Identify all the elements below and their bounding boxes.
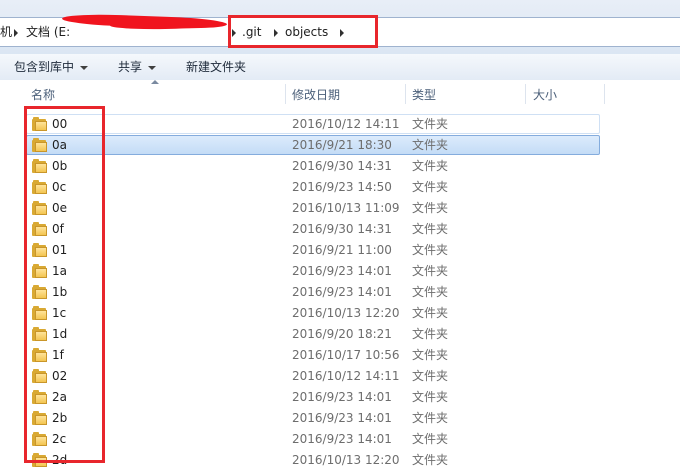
address-bar: 机 文档 (E: .git objects bbox=[0, 0, 680, 55]
column-divider[interactable] bbox=[285, 84, 286, 104]
column-header-modified[interactable]: 修改日期 bbox=[292, 88, 340, 102]
file-type: 文件夹 bbox=[412, 138, 449, 152]
file-type: 文件夹 bbox=[412, 285, 449, 299]
file-type: 文件夹 bbox=[412, 117, 449, 131]
command-bar: 包含到库中 共享 新建文件夹 bbox=[0, 54, 680, 81]
file-type: 文件夹 bbox=[412, 222, 449, 236]
file-modified-date: 2016/9/23 14:01 bbox=[292, 390, 392, 404]
include-in-library-button[interactable]: 包含到库中 bbox=[14, 60, 89, 74]
file-type: 文件夹 bbox=[412, 243, 449, 257]
file-modified-date: 2016/10/13 12:20 bbox=[292, 306, 400, 320]
chevron-right-icon[interactable] bbox=[14, 29, 18, 37]
file-type: 文件夹 bbox=[412, 348, 449, 362]
share-label: 共享 bbox=[118, 60, 143, 74]
breadcrumb-computer[interactable]: 机 bbox=[0, 25, 12, 39]
file-type: 文件夹 bbox=[412, 264, 449, 278]
file-modified-date: 2016/9/23 14:50 bbox=[292, 180, 392, 194]
column-headers: 名称 修改日期 类型 大小 bbox=[0, 80, 680, 108]
file-type: 文件夹 bbox=[412, 306, 449, 320]
file-type: 文件夹 bbox=[412, 201, 449, 215]
file-modified-date: 2016/9/23 14:01 bbox=[292, 285, 392, 299]
file-type: 文件夹 bbox=[412, 159, 449, 173]
column-header-type[interactable]: 类型 bbox=[412, 88, 436, 102]
file-modified-date: 2016/9/30 14:31 bbox=[292, 159, 392, 173]
file-modified-date: 2016/10/13 11:09 bbox=[292, 201, 400, 215]
file-modified-date: 2016/9/30 14:31 bbox=[292, 222, 392, 236]
annotation-box-path bbox=[228, 15, 378, 48]
chevron-down-icon bbox=[148, 65, 157, 70]
file-modified-date: 2016/10/17 10:56 bbox=[292, 348, 400, 362]
file-modified-date: 2016/10/13 12:20 bbox=[292, 453, 400, 467]
file-modified-date: 2016/9/20 18:21 bbox=[292, 327, 392, 341]
file-modified-date: 2016/10/12 14:11 bbox=[292, 369, 400, 383]
file-type: 文件夹 bbox=[412, 432, 449, 446]
file-type: 文件夹 bbox=[412, 180, 449, 194]
file-type: 文件夹 bbox=[412, 411, 449, 425]
file-modified-date: 2016/10/12 14:11 bbox=[292, 117, 400, 131]
file-modified-date: 2016/9/21 11:00 bbox=[292, 243, 392, 257]
column-divider[interactable] bbox=[604, 84, 605, 104]
column-header-name[interactable]: 名称 bbox=[31, 88, 55, 102]
annotation-box-names bbox=[24, 106, 105, 463]
file-modified-date: 2016/9/23 14:01 bbox=[292, 432, 392, 446]
chevron-down-icon bbox=[80, 65, 89, 70]
share-button[interactable]: 共享 bbox=[118, 60, 157, 74]
column-divider[interactable] bbox=[405, 84, 406, 104]
file-modified-date: 2016/9/23 14:01 bbox=[292, 264, 392, 278]
sort-ascending-icon bbox=[151, 80, 159, 84]
column-divider[interactable] bbox=[525, 84, 526, 104]
file-type: 文件夹 bbox=[412, 327, 449, 341]
file-type: 文件夹 bbox=[412, 390, 449, 404]
include-in-library-label: 包含到库中 bbox=[14, 60, 75, 74]
file-modified-date: 2016/9/21 18:30 bbox=[292, 138, 392, 152]
file-modified-date: 2016/9/23 14:01 bbox=[292, 411, 392, 425]
file-type: 文件夹 bbox=[412, 453, 449, 467]
file-type: 文件夹 bbox=[412, 369, 449, 383]
column-header-size[interactable]: 大小 bbox=[533, 88, 557, 102]
breadcrumb-documents[interactable]: 文档 (E: bbox=[26, 25, 70, 39]
new-folder-button[interactable]: 新建文件夹 bbox=[186, 60, 246, 74]
